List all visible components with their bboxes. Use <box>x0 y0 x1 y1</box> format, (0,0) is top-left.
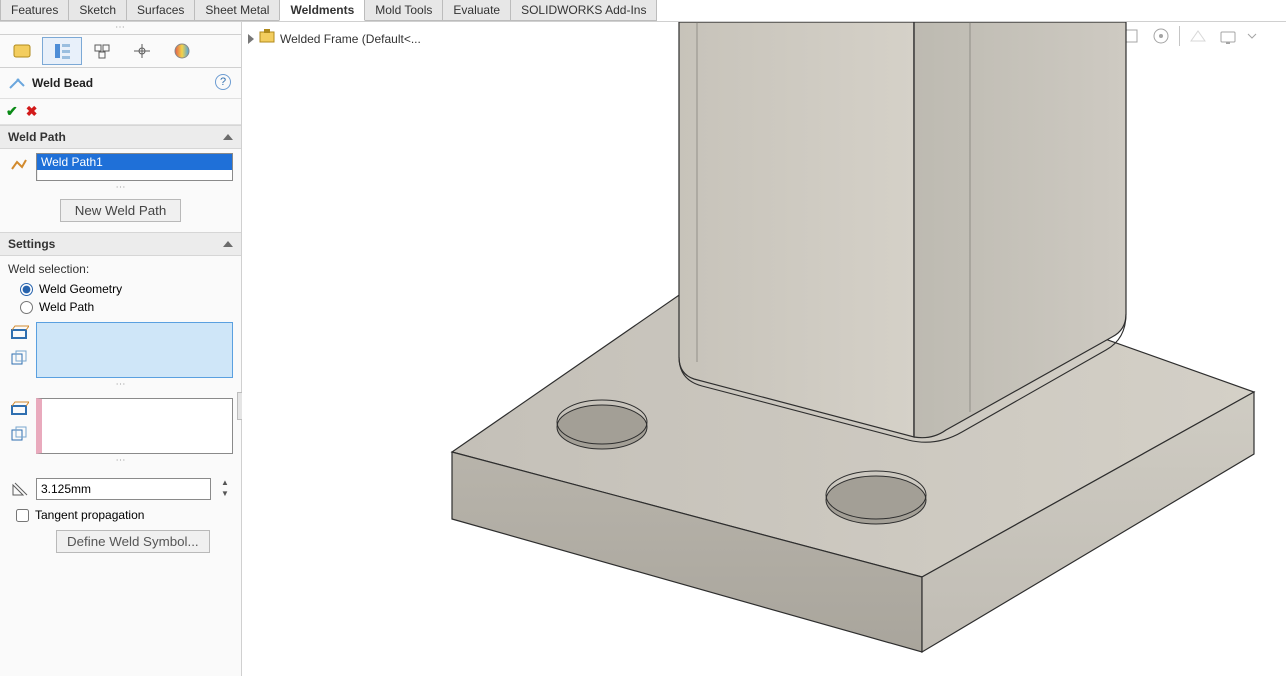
command-manager-tabs: Features Sketch Surfaces Sheet Metal Wel… <box>0 0 1286 22</box>
list-resize-handle[interactable]: ⋯ <box>8 454 233 468</box>
bead-size-icon <box>8 478 30 500</box>
tab-sketch[interactable]: Sketch <box>68 0 127 21</box>
selection-box-set2[interactable] <box>36 398 233 454</box>
tab-evaluate[interactable]: Evaluate <box>442 0 511 21</box>
spinner-up[interactable]: ▲ <box>217 478 233 489</box>
graphics-viewport[interactable]: Welded Frame (Default<... <box>242 22 1286 676</box>
tab-sheet-metal[interactable]: Sheet Metal <box>194 0 280 21</box>
bodies-set1-icon[interactable] <box>8 348 30 370</box>
faces-set2-icon[interactable] <box>8 398 30 420</box>
section-weld-path-label: Weld Path <box>8 130 66 144</box>
list-resize-handle[interactable]: ⋯ <box>0 181 241 195</box>
tab-mold-tools[interactable]: Mold Tools <box>364 0 443 21</box>
radio-weld-path[interactable]: Weld Path <box>8 298 233 316</box>
tab-weldments[interactable]: Weldments <box>279 0 365 21</box>
panel-drag-handle[interactable]: ⋯ <box>0 22 241 34</box>
section-settings-header[interactable]: Settings <box>0 232 241 256</box>
fm-tab-design-tree[interactable] <box>2 37 42 65</box>
radio-weld-geometry-input[interactable] <box>20 283 33 296</box>
spinner-down[interactable]: ▼ <box>217 489 233 500</box>
feature-manager-tabs <box>0 34 241 68</box>
radio-weld-geometry-label: Weld Geometry <box>39 282 122 296</box>
tab-features[interactable]: Features <box>0 0 69 21</box>
weld-path-icon-button[interactable] <box>8 153 30 175</box>
new-weld-path-button[interactable]: New Weld Path <box>60 199 182 222</box>
pm-title: Weld Bead <box>32 76 93 90</box>
tangent-propagation-checkbox[interactable]: Tangent propagation <box>8 500 233 522</box>
list-resize-handle[interactable]: ⋯ <box>8 378 233 392</box>
model-render <box>242 22 1286 676</box>
cancel-button[interactable]: ✖ <box>26 103 38 120</box>
fm-tab-display-manager[interactable] <box>162 37 202 65</box>
radio-weld-path-input[interactable] <box>20 301 33 314</box>
radio-weld-path-label: Weld Path <box>39 300 94 314</box>
bead-size-input[interactable] <box>36 478 211 500</box>
bead-size-spinner[interactable]: ▲ ▼ <box>217 478 233 500</box>
accept-button[interactable]: ✔ <box>6 103 18 120</box>
pm-header: Weld Bead ? <box>0 68 241 99</box>
tangent-propagation-input[interactable] <box>16 509 29 522</box>
section-weld-path-header[interactable]: Weld Path <box>0 125 241 149</box>
collapse-icon <box>223 241 233 247</box>
bodies-set2-icon[interactable] <box>8 424 30 446</box>
collapse-icon <box>223 134 233 140</box>
radio-weld-geometry[interactable]: Weld Geometry <box>8 280 233 298</box>
weld-bead-icon <box>8 74 26 92</box>
selection-box-set1[interactable] <box>36 322 233 378</box>
fm-tab-dimxpert[interactable] <box>122 37 162 65</box>
fm-tab-property-manager[interactable] <box>42 37 82 65</box>
tangent-propagation-label: Tangent propagation <box>35 508 144 522</box>
help-icon[interactable]: ? <box>215 74 231 90</box>
property-manager-panel: ⋯ Weld Be <box>0 22 242 676</box>
weld-selection-label: Weld selection: <box>8 262 233 276</box>
weld-path-item-selected[interactable]: Weld Path1 <box>37 154 232 170</box>
section-settings-label: Settings <box>8 237 55 251</box>
faces-set1-icon[interactable] <box>8 322 30 344</box>
fm-tab-configuration-manager[interactable] <box>82 37 122 65</box>
define-weld-symbol-button[interactable]: Define Weld Symbol... <box>56 530 210 553</box>
pm-accept-toolbar: ✔ ✖ <box>0 99 241 125</box>
tab-surfaces[interactable]: Surfaces <box>126 0 195 21</box>
tab-addins[interactable]: SOLIDWORKS Add-Ins <box>510 0 657 21</box>
weld-path-listbox[interactable]: Weld Path1 <box>36 153 233 181</box>
